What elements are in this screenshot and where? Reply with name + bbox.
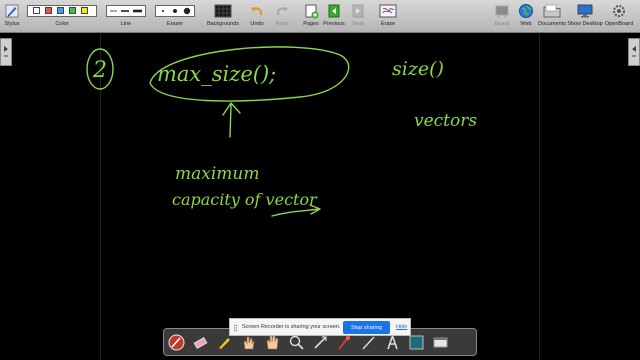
note-line1-text: maximum	[175, 164, 259, 184]
previous-button[interactable]	[326, 3, 342, 19]
color-red-swatch[interactable]	[45, 7, 52, 14]
right-top-text: size()	[392, 58, 444, 80]
documents-button[interactable]	[543, 3, 561, 19]
undo-icon	[251, 7, 263, 16]
undo-button[interactable]	[249, 3, 265, 19]
top-toolbar: Stylus Color Line Eraser Backgrounds Und…	[0, 0, 640, 33]
grid-icon	[214, 4, 232, 18]
openboard-label: OpenBoard	[604, 21, 634, 27]
show-desktop-button[interactable]	[576, 3, 594, 19]
folder-icon	[543, 4, 561, 18]
web-button[interactable]	[518, 3, 534, 19]
line-label: Line	[120, 21, 132, 27]
monitor-icon	[577, 4, 593, 18]
screen-share-banner: Screen Recorder is sharing your screen. …	[229, 318, 411, 336]
eraser-size-icons[interactable]	[157, 6, 193, 16]
eraser-tool-icon[interactable]	[192, 334, 209, 351]
stop-sharing-button[interactable]: Stop sharing	[343, 321, 390, 334]
stylus-icon	[5, 4, 19, 18]
pages-button[interactable]	[303, 3, 319, 19]
gear-icon	[613, 5, 625, 17]
whiteboard-canvas[interactable]: 2 max_size(); size() vectors maximum cap…	[0, 33, 640, 360]
pages-label: Pages	[303, 21, 319, 27]
backgrounds-label: Backgrounds	[206, 21, 240, 27]
zoom-in-icon[interactable]	[288, 334, 305, 351]
drag-handle-icon[interactable]	[233, 324, 238, 332]
globe-icon	[519, 4, 533, 18]
erase-button[interactable]	[379, 3, 397, 19]
chevron-right-icon	[4, 46, 8, 57]
right-mid-text: vectors	[414, 111, 477, 131]
board-icon	[495, 5, 509, 19]
show-desktop-label: Show Desktop	[567, 21, 603, 27]
undo-label: Undo	[250, 21, 264, 27]
eraser-label: Eraser	[166, 21, 184, 27]
next-label: Next	[352, 21, 364, 27]
window-capture-icon[interactable]	[432, 334, 449, 351]
add-page-icon	[305, 4, 319, 19]
pen-tool-icon[interactable]	[168, 334, 185, 351]
stylus-button[interactable]	[4, 3, 20, 19]
zoom-out-icon[interactable]	[312, 334, 329, 351]
note-line2-text: capacity of vector	[172, 190, 318, 209]
capture-tool-icon[interactable]	[408, 334, 425, 351]
arrow-stroke	[222, 102, 241, 138]
right-palette-handle[interactable]	[628, 38, 640, 66]
laser-pointer-icon[interactable]	[336, 334, 353, 351]
share-message: Screen Recorder is sharing your screen.	[242, 324, 341, 330]
selector-hand-icon[interactable]	[240, 334, 257, 351]
hide-link[interactable]: Hide	[396, 324, 407, 330]
code-text: max_size();	[157, 62, 276, 86]
backgrounds-button[interactable]	[214, 3, 232, 19]
marker-tool-icon[interactable]	[216, 334, 233, 351]
board-label: Board	[494, 21, 510, 27]
previous-label: Previous	[323, 21, 345, 27]
ink-strokes: 2 max_size(); size() vectors maximum cap…	[86, 46, 477, 217]
number-text: 2	[92, 58, 107, 83]
chevron-left-icon	[632, 46, 636, 57]
board-button[interactable]	[494, 3, 510, 19]
text-tool-icon[interactable]	[384, 334, 401, 351]
next-button[interactable]	[350, 3, 366, 19]
redo-icon	[276, 7, 288, 16]
erase-board-icon	[379, 4, 397, 18]
documents-label: Documents	[538, 21, 566, 27]
left-palette-handle[interactable]	[0, 38, 12, 66]
next-page-icon	[352, 4, 364, 18]
line-tool-icon[interactable]	[360, 334, 377, 351]
color-blue-swatch[interactable]	[57, 7, 64, 14]
redo-button[interactable]	[274, 3, 290, 19]
color-green-swatch[interactable]	[69, 7, 76, 14]
line-width-icons[interactable]	[108, 8, 144, 14]
redo-label: Redo	[275, 21, 289, 27]
hand-tool-icon[interactable]	[264, 334, 281, 351]
web-label: Web	[520, 21, 532, 27]
openboard-button[interactable]	[610, 3, 628, 19]
previous-page-icon	[328, 4, 340, 18]
color-yellow-swatch[interactable]	[81, 7, 88, 14]
erase-label: Erase	[380, 21, 396, 27]
stylus-label: Stylus	[4, 21, 20, 27]
color-label: Color	[55, 21, 69, 27]
color-white-swatch[interactable]	[33, 7, 40, 14]
